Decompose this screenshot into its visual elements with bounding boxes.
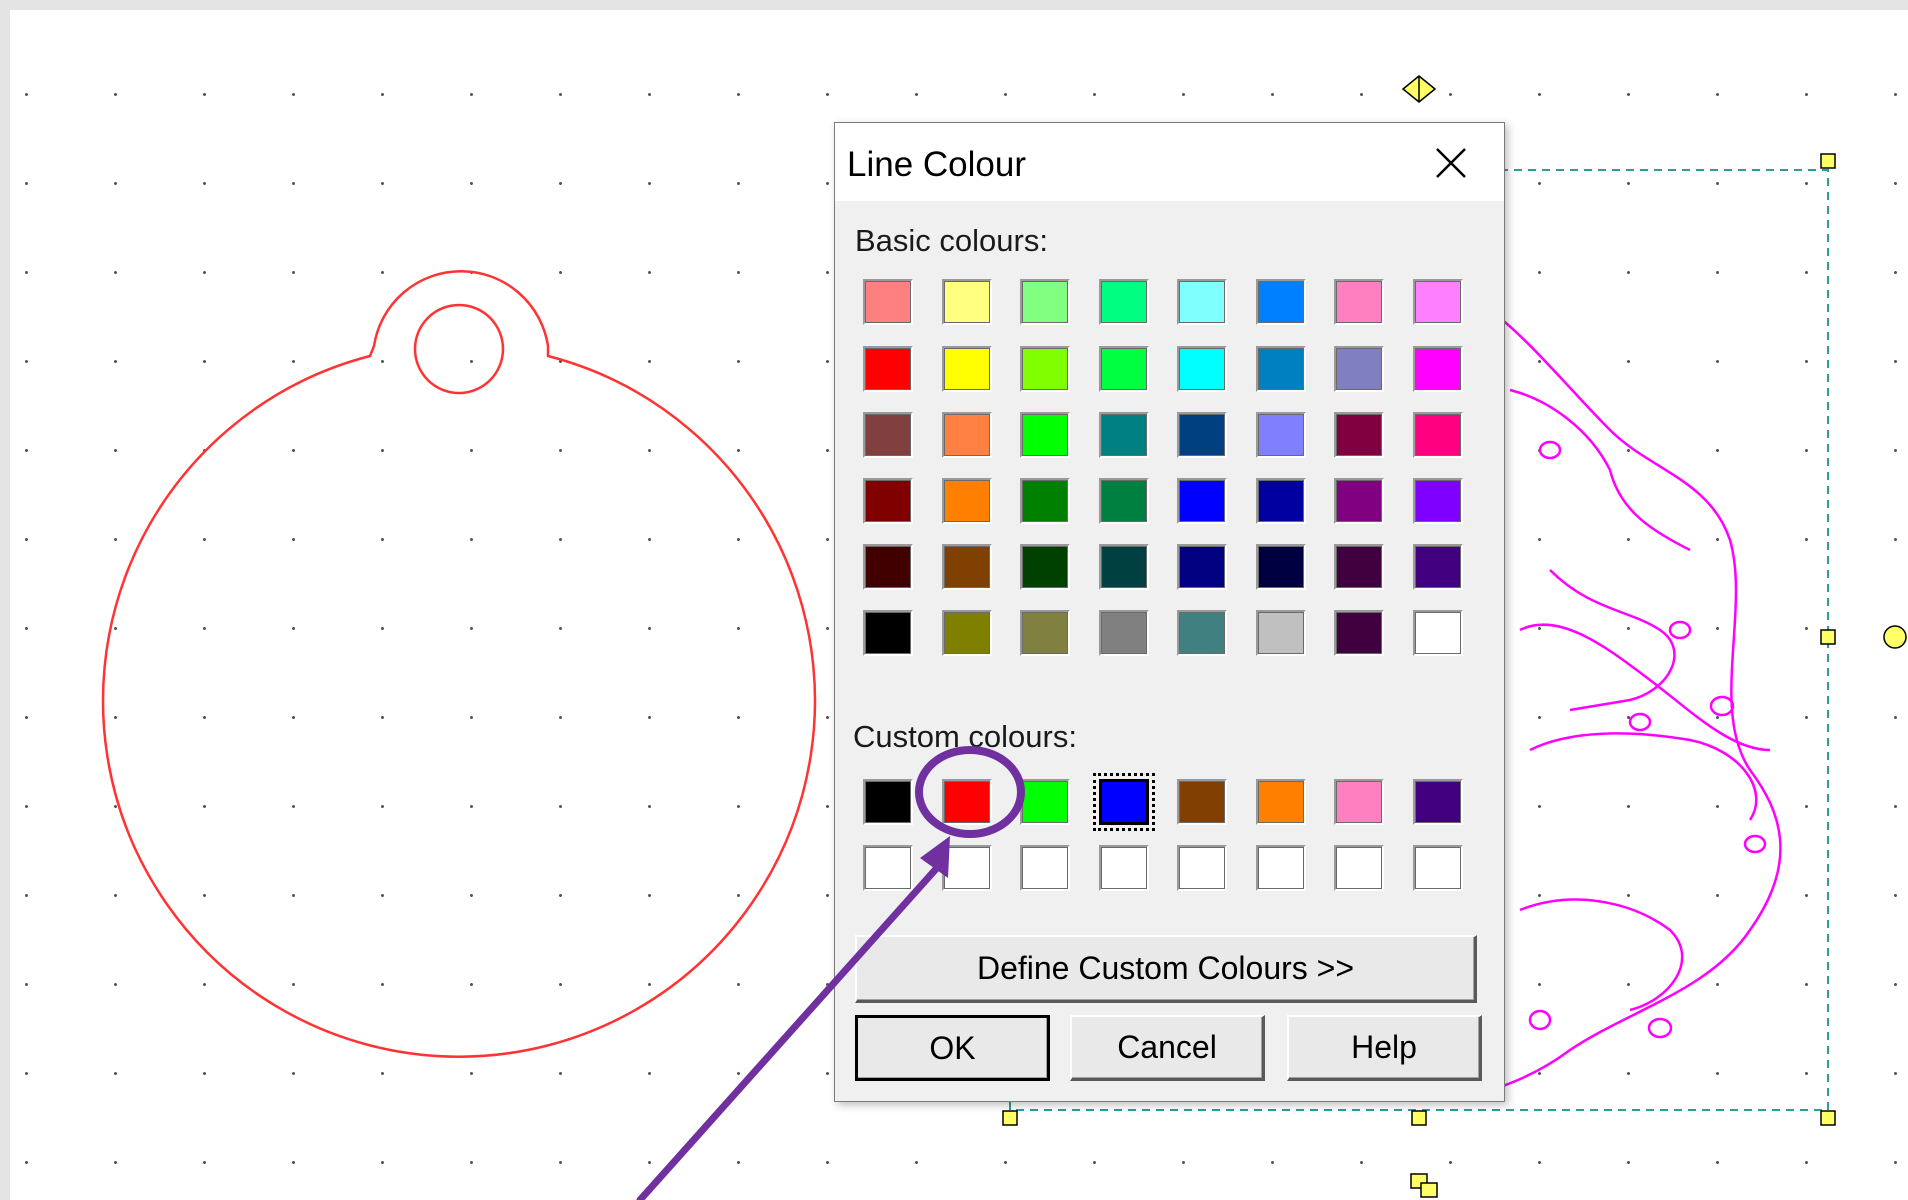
- basic-colour-swatch[interactable]: [941, 346, 992, 392]
- close-icon[interactable]: [1427, 139, 1475, 187]
- basic-colour-swatch[interactable]: [1255, 279, 1306, 325]
- basic-colour-swatch[interactable]: [1098, 544, 1149, 590]
- handle-middle-right[interactable]: [1820, 629, 1836, 645]
- custom-colour-swatch[interactable]: [1412, 845, 1463, 891]
- define-custom-colours-button[interactable]: Define Custom Colours >>: [855, 935, 1477, 1003]
- basic-colour-swatch[interactable]: [1177, 478, 1227, 524]
- basic-colour-swatch[interactable]: [863, 279, 913, 325]
- custom-colour-swatch[interactable]: [1177, 845, 1227, 891]
- basic-colour-swatch[interactable]: [1412, 346, 1463, 392]
- basic-colour-swatch[interactable]: [863, 544, 913, 590]
- basic-colour-swatch[interactable]: [1020, 346, 1070, 392]
- basic-colour-swatch[interactable]: [1020, 610, 1070, 656]
- basic-colour-swatch[interactable]: [941, 412, 992, 458]
- basic-colour-swatch[interactable]: [863, 412, 913, 458]
- custom-colour-swatch-selected[interactable]: [1092, 773, 1155, 831]
- basic-colour-swatch[interactable]: [1334, 346, 1384, 392]
- basic-colour-swatch[interactable]: [1098, 279, 1149, 325]
- basic-colour-swatch[interactable]: [1020, 279, 1070, 325]
- basic-colour-swatch[interactable]: [1412, 412, 1463, 458]
- custom-colour-swatch[interactable]: [941, 845, 992, 891]
- help-button[interactable]: Help: [1287, 1015, 1482, 1081]
- custom-colour-swatch[interactable]: [1255, 779, 1306, 825]
- basic-colour-swatch[interactable]: [1412, 279, 1463, 325]
- dialog-title: Line Colour: [847, 145, 1026, 184]
- basic-colour-swatch[interactable]: [1412, 610, 1463, 656]
- dialog-titlebar[interactable]: Line Colour: [835, 123, 1504, 201]
- custom-colour-swatch[interactable]: [1334, 845, 1384, 891]
- custom-colour-swatch[interactable]: [1098, 845, 1149, 891]
- ornament-hole[interactable]: [413, 303, 505, 395]
- custom-colours-label: Custom colours:: [853, 719, 1077, 754]
- custom-colour-swatch[interactable]: [1177, 779, 1227, 825]
- basic-colour-swatch[interactable]: [1255, 412, 1306, 458]
- rotation-handle[interactable]: [1883, 625, 1907, 649]
- custom-colour-swatch[interactable]: [1020, 779, 1070, 825]
- cancel-button[interactable]: Cancel: [1070, 1015, 1265, 1081]
- basic-colour-swatch[interactable]: [1098, 412, 1149, 458]
- basic-colour-swatch[interactable]: [1020, 412, 1070, 458]
- custom-colour-swatch[interactable]: [1412, 779, 1463, 825]
- basic-colour-swatch[interactable]: [1177, 412, 1227, 458]
- basic-colour-swatch[interactable]: [863, 610, 913, 656]
- merry-christmas-artwork[interactable]: [1489, 309, 1782, 1092]
- basic-colour-swatch[interactable]: [941, 279, 992, 325]
- basic-colour-swatch[interactable]: [1177, 279, 1227, 325]
- custom-colour-swatch[interactable]: [1334, 779, 1384, 825]
- basic-colour-swatch[interactable]: [1334, 610, 1384, 656]
- basic-colour-swatch[interactable]: [1177, 610, 1227, 656]
- custom-colour-swatch[interactable]: [863, 779, 913, 825]
- basic-colour-swatch[interactable]: [1334, 412, 1384, 458]
- basic-colour-swatch[interactable]: [1177, 544, 1227, 590]
- custom-colour-swatch[interactable]: [941, 779, 992, 825]
- custom-colour-swatch[interactable]: [1255, 845, 1306, 891]
- basic-colour-swatch[interactable]: [1412, 544, 1463, 590]
- duplicate-handle[interactable]: [1410, 1173, 1438, 1198]
- basic-colour-swatch[interactable]: [1177, 346, 1227, 392]
- basic-colour-swatch[interactable]: [1255, 346, 1306, 392]
- handle-bottom-right[interactable]: [1820, 1110, 1836, 1126]
- basic-colours-label: Basic colours:: [855, 223, 1048, 258]
- basic-colour-swatch[interactable]: [1255, 610, 1306, 656]
- basic-colour-swatch[interactable]: [863, 346, 913, 392]
- basic-colour-swatch[interactable]: [1020, 478, 1070, 524]
- basic-colour-swatch[interactable]: [1334, 478, 1384, 524]
- handle-bottom-left[interactable]: [1002, 1110, 1018, 1126]
- basic-colour-swatch[interactable]: [1334, 279, 1384, 325]
- basic-colour-swatch[interactable]: [941, 478, 992, 524]
- basic-colour-swatch[interactable]: [1334, 544, 1384, 590]
- custom-colour-swatch[interactable]: [1020, 845, 1070, 891]
- basic-colour-swatch[interactable]: [1412, 478, 1463, 524]
- basic-colour-swatch[interactable]: [1255, 478, 1306, 524]
- ornament-shape[interactable]: [101, 269, 817, 1058]
- basic-colour-swatch[interactable]: [1020, 544, 1070, 590]
- custom-colour-swatch[interactable]: [863, 845, 913, 891]
- basic-colour-swatch[interactable]: [941, 610, 992, 656]
- basic-colour-swatch[interactable]: [941, 544, 992, 590]
- vertical-flip-handle[interactable]: [1401, 75, 1437, 103]
- line-colour-dialog: Line Colour Basic colours: Custom colour…: [834, 122, 1505, 1102]
- handle-bottom-middle[interactable]: [1411, 1110, 1427, 1126]
- basic-colour-swatch[interactable]: [1098, 478, 1149, 524]
- basic-colour-swatch[interactable]: [1098, 346, 1149, 392]
- basic-colour-swatch[interactable]: [1255, 544, 1306, 590]
- basic-colour-swatch[interactable]: [1098, 610, 1149, 656]
- handle-top-right[interactable]: [1820, 153, 1836, 169]
- basic-colour-swatch[interactable]: [863, 478, 913, 524]
- ok-button[interactable]: OK: [855, 1015, 1050, 1081]
